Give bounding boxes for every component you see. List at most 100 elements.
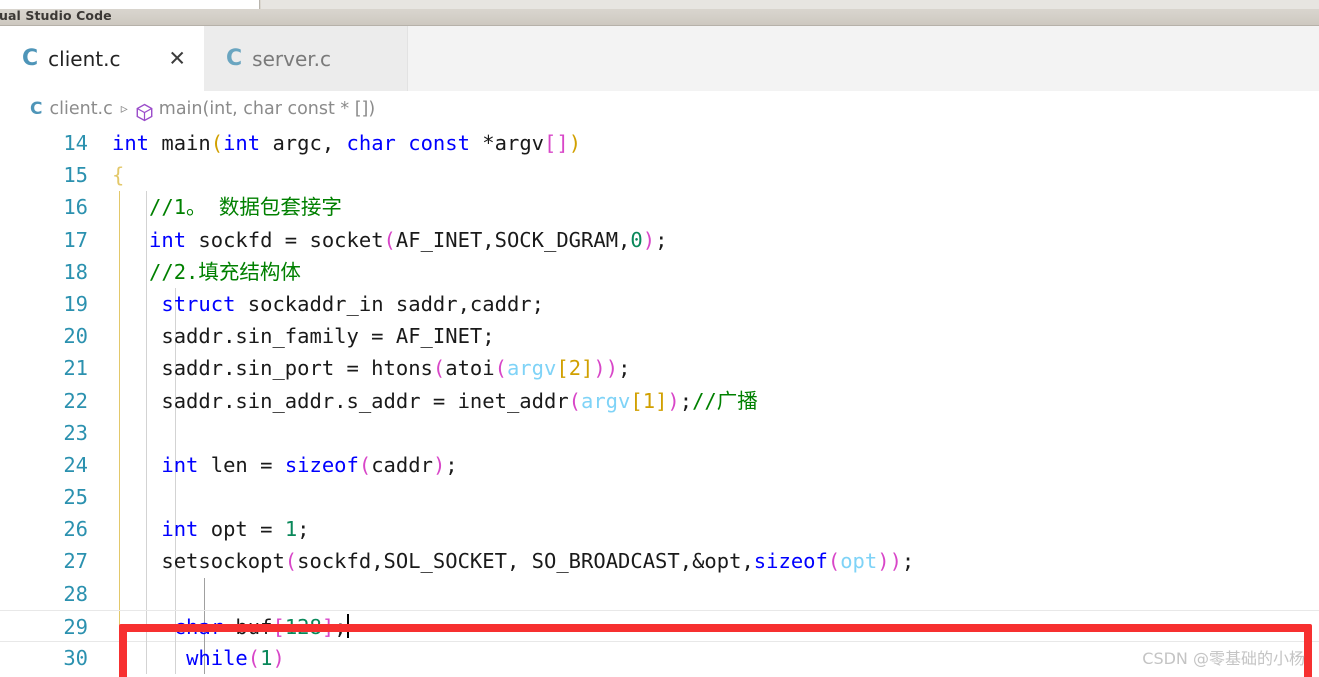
code-token: (	[247, 646, 261, 670]
code-token: int	[223, 131, 261, 155]
code-line[interactable]: 19 struct sockaddr_in saddr,caddr;	[0, 287, 1319, 321]
indent-guide	[119, 416, 120, 449]
code-token: ;	[334, 614, 347, 639]
code-token: 0	[630, 227, 643, 252]
code-token: (	[568, 388, 581, 413]
code-token: ;	[618, 356, 631, 381]
code-token: sizeof	[753, 549, 828, 574]
code-line-content: int opt = 1;	[112, 513, 309, 545]
code-token: while	[186, 646, 248, 670]
line-number: 26	[63, 517, 88, 542]
line-number: 19	[63, 291, 88, 316]
code-token: int	[112, 131, 150, 155]
code-token: argv	[506, 356, 557, 381]
code-token: AF_INET,SOCK_DGRAM,	[395, 227, 631, 252]
tab-label: server.c	[252, 46, 331, 71]
code-line[interactable]: 17 int sockfd = socket(AF_INET,SOCK_DGRA…	[0, 223, 1319, 256]
line-number: 24	[63, 452, 88, 477]
line-number: 29	[63, 614, 88, 639]
code-token: [	[556, 356, 569, 381]
code-line[interactable]: 29 char buf[128];	[0, 609, 1319, 643]
code-token: 128	[284, 614, 322, 639]
code-token: )	[642, 227, 656, 252]
code-token: )	[889, 549, 902, 574]
line-number: 21	[63, 356, 88, 381]
code-token: [	[630, 388, 643, 413]
code-token: int	[149, 227, 187, 252]
code-line[interactable]: 24 int len = sizeof(caddr);	[0, 448, 1319, 482]
line-number: 22	[63, 388, 88, 413]
line-number: 17	[63, 227, 88, 252]
code-token: )	[605, 356, 619, 381]
code-token: *argv	[469, 131, 545, 155]
code-line[interactable]: 21 saddr.sin_port = htons(atoi(argv[2]))…	[0, 352, 1319, 385]
code-line[interactable]: 26 int opt = 1;	[0, 513, 1319, 546]
code-token: 1	[642, 388, 656, 413]
window-title: ual Studio Code	[0, 8, 112, 23]
indent-guide	[146, 416, 147, 449]
code-line-content: //2.填充结构体	[112, 256, 301, 288]
breadcrumb-symbol[interactable]: main(int, char const * [])	[159, 99, 375, 119]
csdn-watermark: CSDN @零基础的小杨	[1142, 649, 1305, 668]
code-line[interactable]: 20 saddr.sin_family = AF_INET;	[0, 320, 1319, 353]
code-token: (	[432, 356, 446, 381]
code-line[interactable]: 15 {	[0, 159, 1319, 191]
c-file-icon: C	[30, 99, 43, 119]
code-token: ]	[655, 388, 668, 413]
code-token: ;	[679, 388, 693, 413]
code-editor[interactable]: 14 int main(int argc, char const *argv[])…	[0, 127, 1319, 677]
line-number: 25	[63, 485, 88, 510]
code-token: (	[358, 452, 372, 477]
code-token: //2.填充结构体	[112, 259, 301, 284]
code-token: sockfd = socket	[186, 227, 384, 252]
code-line-content: int len = sizeof(caddr);	[112, 449, 457, 481]
close-icon[interactable]: ✕	[168, 48, 186, 69]
code-line[interactable]: 23	[0, 416, 1319, 449]
code-token: saddr.sin_port = htons	[112, 356, 433, 381]
code-line[interactable]: 30 while(1)	[0, 642, 1319, 675]
breadcrumb: C client.c ▹ main(int, char const * [])	[0, 91, 1319, 127]
code-token: argc,	[260, 131, 347, 155]
code-token: sockfd,SOL_SOCKET, SO_BROADCAST,&opt,	[297, 549, 754, 574]
tab-bar-empty-area	[408, 26, 1319, 91]
code-token: struct	[161, 291, 236, 316]
indent-guide	[175, 577, 176, 610]
code-line[interactable]: 22 saddr.sin_addr.s_addr = inet_addr(arg…	[0, 384, 1319, 417]
code-token: {	[112, 163, 125, 188]
code-token: setsockopt	[112, 549, 285, 574]
code-token: (	[827, 549, 841, 574]
line-number: 18	[63, 259, 88, 284]
code-token: opt	[840, 549, 878, 574]
tab-server-c[interactable]: C server.c	[204, 26, 408, 91]
code-line[interactable]: 14 int main(int argc, char const *argv[])	[0, 127, 1319, 159]
line-number: 27	[63, 549, 88, 574]
code-token: (	[494, 356, 507, 381]
line-number: 16	[63, 195, 88, 220]
code-token: saddr.sin_family = AF_INET;	[112, 324, 495, 349]
code-token: //1。 数据包套接字	[112, 195, 342, 220]
tab-client-c[interactable]: C client.c ✕	[0, 26, 204, 91]
code-line[interactable]: 25	[0, 481, 1319, 514]
code-token: ;	[901, 549, 915, 574]
code-token: (	[383, 227, 396, 252]
code-line[interactable]: 27 setsockopt ( sockfd,SOL_SOCKET, SO_BROA…	[0, 545, 1319, 578]
code-token: sockaddr_in saddr,caddr;	[235, 291, 544, 316]
code-line[interactable]: 28	[0, 577, 1319, 610]
code-token: saddr.sin_addr.s_addr = inet_addr	[112, 388, 569, 413]
code-token: []	[544, 131, 569, 155]
code-line[interactable]: 18 //2.填充结构体	[0, 255, 1319, 288]
code-token: const	[408, 131, 470, 155]
line-number: 30	[63, 646, 88, 670]
chevron-right-icon: ▹	[120, 101, 128, 117]
code-line-content: saddr.sin_family = AF_INET;	[112, 320, 495, 352]
breadcrumb-file[interactable]: client.c	[49, 99, 112, 119]
code-line-content: setsockopt ( sockfd,SOL_SOCKET, SO_BROADCA…	[112, 545, 914, 577]
code-line[interactable]: 16 //1。 数据包套接字	[0, 191, 1319, 224]
window-title-bar: ual Studio Code	[0, 0, 1319, 26]
code-line-content: while(1)	[112, 642, 285, 674]
code-token: (	[210, 131, 224, 155]
